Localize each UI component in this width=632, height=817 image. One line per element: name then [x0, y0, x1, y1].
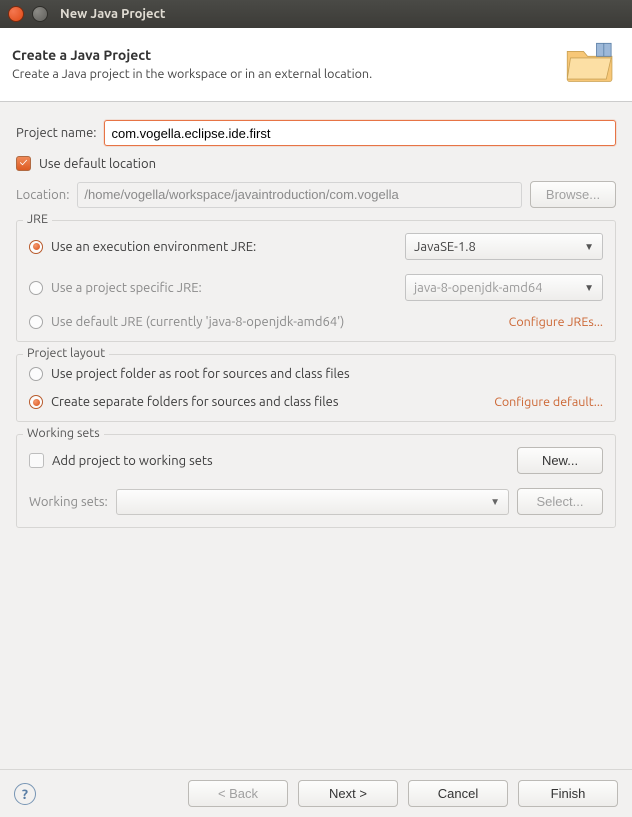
cancel-button[interactable]: Cancel [408, 780, 508, 807]
wizard-banner: Create a Java Project Create a Java proj… [0, 28, 632, 102]
layout-root-radio[interactable]: Use project folder as root for sources a… [29, 367, 350, 381]
use-default-location-checkbox[interactable]: ✓ Use default location [16, 156, 156, 171]
select-working-set-button: Select... [517, 488, 603, 515]
jre-default-label: Use default JRE (currently 'java-8-openj… [51, 315, 344, 329]
back-button: < Back [188, 780, 288, 807]
working-sets-label: Working sets: [29, 495, 108, 509]
banner-subheading: Create a Java project in the workspace o… [12, 67, 372, 81]
close-icon[interactable] [8, 6, 24, 22]
browse-button: Browse... [530, 181, 616, 208]
chevron-down-icon: ▼ [584, 282, 594, 294]
jre-exec-env-radio[interactable]: Use an execution environment JRE: [29, 240, 256, 254]
working-sets-legend: Working sets [23, 426, 104, 440]
use-default-location-label: Use default location [39, 157, 156, 171]
window-title: New Java Project [60, 7, 166, 21]
layout-separate-radio[interactable]: Create separate folders for sources and … [29, 395, 338, 409]
next-button[interactable]: Next > [298, 780, 398, 807]
project-name-input[interactable] [104, 120, 616, 146]
jre-exec-env-label: Use an execution environment JRE: [51, 240, 256, 254]
wizard-footer: ? < Back Next > Cancel Finish [0, 769, 632, 817]
project-layout-group: Project layout Use project folder as roo… [16, 354, 616, 422]
location-label: Location: [16, 188, 69, 202]
new-working-set-button[interactable]: New... [517, 447, 603, 474]
add-working-sets-checkbox[interactable]: Add project to working sets [29, 453, 213, 468]
layout-legend: Project layout [23, 346, 109, 360]
chevron-down-icon: ▼ [584, 241, 594, 253]
chevron-down-icon: ▼ [490, 496, 500, 508]
jre-exec-env-combo[interactable]: JavaSE-1.8 ▼ [405, 233, 603, 260]
working-sets-group: Working sets Add project to working sets… [16, 434, 616, 528]
jre-specific-radio[interactable]: Use a project specific JRE: [29, 281, 202, 295]
folder-icon [564, 40, 616, 87]
jre-legend: JRE [23, 212, 52, 226]
configure-jres-link[interactable]: Configure JREs... [509, 315, 603, 329]
finish-button[interactable]: Finish [518, 780, 618, 807]
project-name-label: Project name: [16, 126, 96, 140]
jre-default-radio[interactable]: Use default JRE (currently 'java-8-openj… [29, 315, 344, 329]
jre-specific-combo: java-8-openjdk-amd64 ▼ [405, 274, 603, 301]
jre-group: JRE Use an execution environment JRE: Ja… [16, 220, 616, 342]
titlebar: New Java Project [0, 0, 632, 28]
banner-heading: Create a Java Project [12, 47, 372, 63]
help-icon[interactable]: ? [14, 783, 36, 805]
layout-root-label: Use project folder as root for sources a… [51, 367, 350, 381]
minimize-icon[interactable] [32, 6, 48, 22]
location-input [77, 182, 522, 208]
jre-specific-label: Use a project specific JRE: [51, 281, 202, 295]
configure-default-link[interactable]: Configure default... [494, 395, 603, 409]
jre-exec-env-value: JavaSE-1.8 [414, 240, 476, 254]
layout-separate-label: Create separate folders for sources and … [51, 395, 338, 409]
jre-specific-value: java-8-openjdk-amd64 [414, 281, 543, 295]
working-sets-combo: ▼ [116, 489, 509, 515]
add-working-sets-label: Add project to working sets [52, 454, 213, 468]
